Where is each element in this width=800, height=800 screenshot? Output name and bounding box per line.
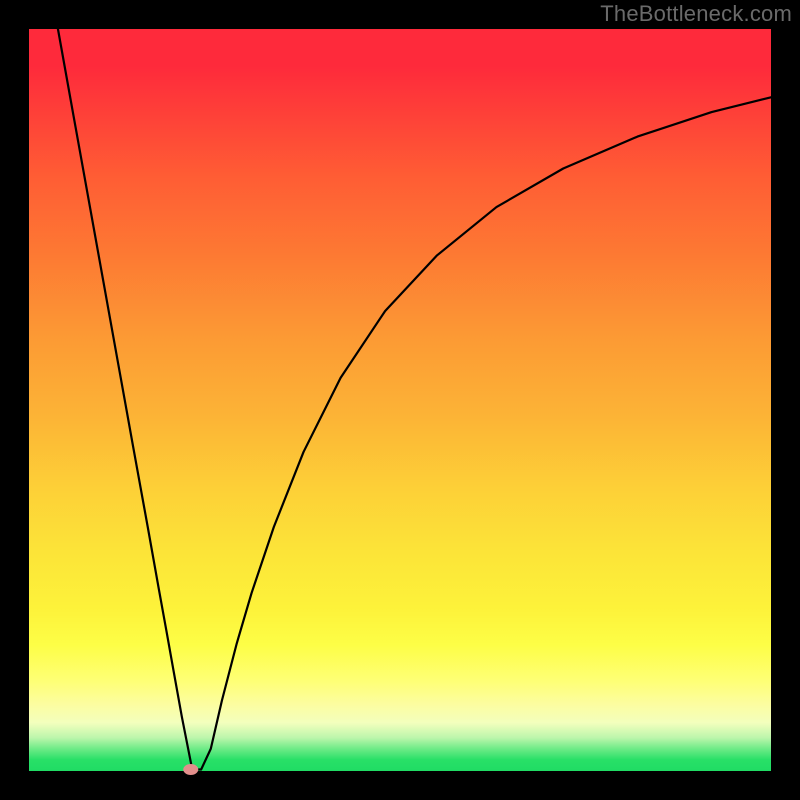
chart-plot-area	[29, 29, 771, 771]
chart-frame: TheBottleneck.com	[0, 0, 800, 800]
bottleneck-curve	[58, 29, 771, 770]
watermark-text: TheBottleneck.com	[600, 1, 792, 27]
optimal-point-marker	[183, 764, 198, 775]
chart-svg	[29, 29, 771, 771]
